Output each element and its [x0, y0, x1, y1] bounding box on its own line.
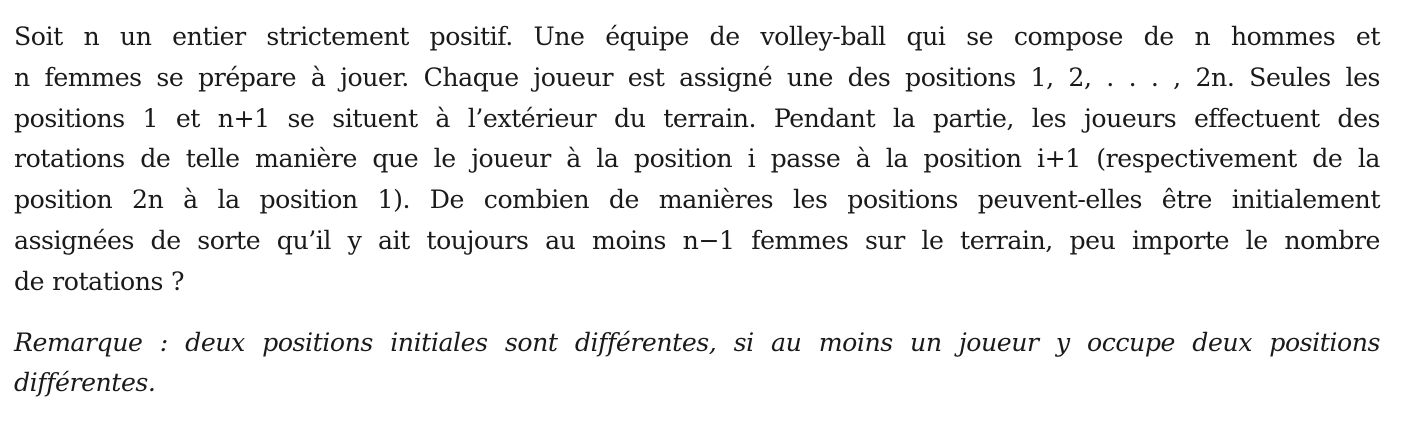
problem-line: rotations de telle manière que le joueur…	[14, 144, 1380, 174]
problem-line: position 2n à la position 1). De combien…	[14, 185, 1380, 215]
problem-line: de rotations ?	[14, 266, 185, 296]
remark-note: Remarque : deux positions initiales sont…	[14, 323, 1380, 405]
remark-line: Remarque : deux positions initiales sont…	[14, 327, 1380, 357]
problem-statement: Soit n un entier strictement positif. Un…	[14, 17, 1380, 303]
document-body: Soit n un entier strictement positif. Un…	[14, 17, 1380, 404]
problem-line: n femmes se prépare à jouer. Chaque joue…	[14, 62, 1380, 92]
problem-line: assignées de sorte qu’il y ait toujours …	[14, 225, 1380, 255]
problem-line: positions 1 et n+1 se situent à l’extéri…	[14, 103, 1380, 133]
problem-line: Soit n un entier strictement positif. Un…	[14, 22, 1380, 51]
remark-line: différentes.	[14, 368, 156, 398]
